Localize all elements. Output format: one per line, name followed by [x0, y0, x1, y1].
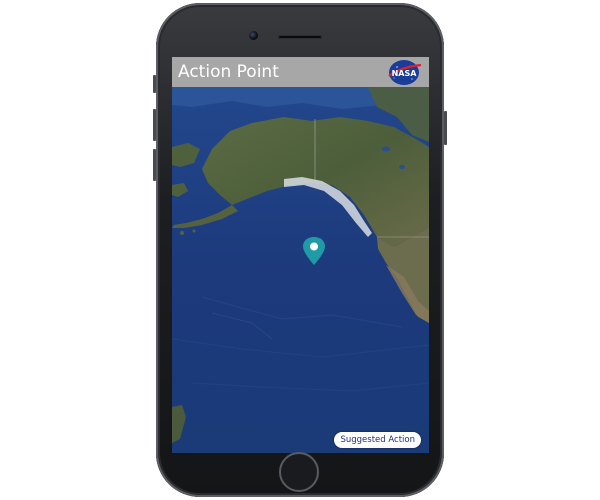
volume-up-button [153, 109, 156, 141]
volume-down-button [153, 149, 156, 181]
suggested-action-button[interactable]: Suggested Action [334, 432, 421, 448]
app-header: Action Point NASA [172, 57, 429, 87]
front-camera-icon [249, 31, 258, 40]
location-pin-icon[interactable] [301, 236, 327, 266]
app-screen: Action Point NASA Suggested Action [172, 57, 429, 453]
home-button[interactable] [279, 452, 319, 492]
satellite-map[interactable] [172, 87, 429, 453]
phone-frame: Action Point NASA Suggested Action [153, 3, 447, 497]
mute-switch [153, 75, 156, 93]
app-title: Action Point [178, 62, 279, 82]
earpiece-speaker [278, 35, 322, 39]
nasa-logo-text: NASA [392, 69, 418, 78]
map-imagery [172, 87, 429, 453]
power-button [444, 111, 447, 145]
stage: Action Point NASA Suggested Action [0, 0, 600, 500]
nasa-logo[interactable]: NASA [385, 59, 423, 86]
